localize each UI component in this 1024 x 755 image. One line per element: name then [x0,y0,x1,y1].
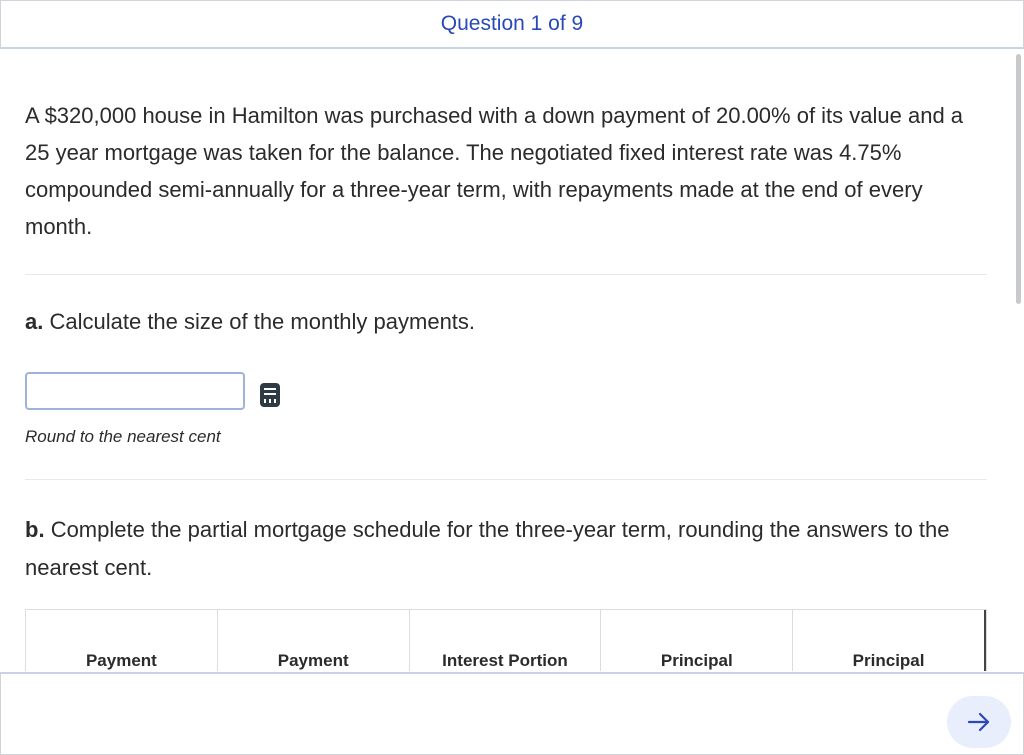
part-a-text: Calculate the size of the monthly paymen… [49,309,476,334]
column-header: Interest Portion [410,610,602,671]
part-b-letter: b. [25,517,45,542]
arrow-right-icon [967,712,990,732]
calculator-icon[interactable] [260,383,280,407]
scrollbar[interactable] [1016,54,1021,304]
question-content: A $320,000 house in Hamilton was purchas… [0,49,1013,671]
part-b-text: Complete the partial mortgage schedule f… [25,517,950,580]
mortgage-schedule-table-header: Payment Payment Interest Portion Princip… [25,609,987,671]
problem-statement: A $320,000 house in Hamilton was purchas… [25,103,964,239]
column-header: Principal [601,610,794,671]
column-header: Principal [793,610,986,671]
question-header: Question 1 of 9 [0,0,1024,49]
part-b-prompt: b. Complete the partial mortgage schedul… [25,511,965,587]
next-question-button[interactable] [947,696,1011,748]
section-divider [25,274,987,275]
part-a-prompt: a. Calculate the size of the monthly pay… [25,309,475,335]
section-divider [25,479,987,480]
rounding-hint: Round to the nearest cent [25,427,221,446]
part-a-letter: a. [25,309,44,334]
question-counter: Question 1 of 9 [440,12,584,35]
column-header: Payment [218,610,410,671]
column-header: Payment [26,610,218,671]
question-footer [0,672,1024,755]
monthly-payment-input[interactable] [25,372,245,410]
